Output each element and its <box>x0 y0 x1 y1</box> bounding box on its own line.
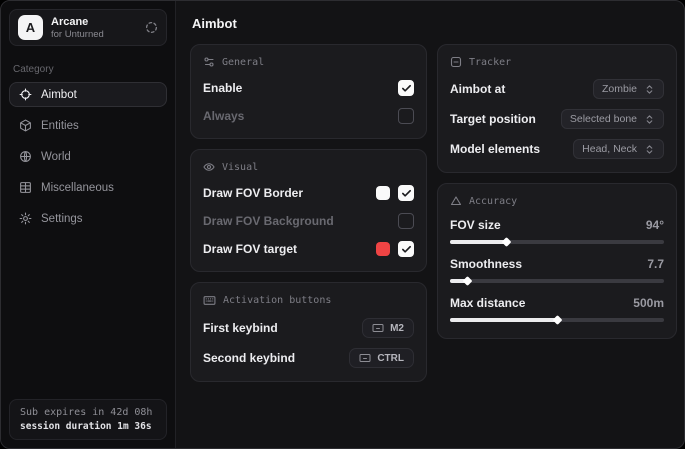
fov-target-checkbox[interactable] <box>398 241 414 257</box>
crosshair-icon <box>19 88 32 101</box>
activation-card: Activation buttons First keybind M2 Seco… <box>190 282 427 382</box>
setting-row-aimbot-at: Aimbot at Zombie <box>450 79 664 99</box>
subscription-info: Sub expires in 42d 08h session duration … <box>9 399 167 440</box>
sidebar-item-label: World <box>41 151 71 163</box>
second-keybind-button[interactable]: CTRL <box>349 348 414 368</box>
square-minus-icon <box>450 56 462 68</box>
sidebar-item-label: Settings <box>41 213 83 225</box>
sidebar-item-entities[interactable]: Entities <box>9 113 167 138</box>
triangle-icon <box>450 195 462 207</box>
always-checkbox[interactable] <box>398 108 414 124</box>
keyboard-icon <box>203 294 216 307</box>
card-title: Tracker <box>469 57 511 68</box>
eye-icon <box>203 161 215 173</box>
visual-card: Visual Draw FOV Border Draw FOV Backgrou… <box>190 149 427 272</box>
target-position-select[interactable]: Selected bone <box>561 109 664 129</box>
slider-thumb[interactable] <box>553 315 563 325</box>
chevrons-up-down-icon <box>644 144 655 155</box>
select-value: Head, Neck <box>582 143 637 155</box>
app-header: A Arcane for Unturned <box>9 9 167 46</box>
setting-row-model-elements: Model elements Head, Neck <box>450 139 664 159</box>
session-duration-text: session duration 1m 36s <box>20 421 156 432</box>
sidebar-item-miscellaneous[interactable]: Miscellaneous <box>9 175 167 200</box>
category-label: Category <box>13 64 163 75</box>
chevrons-up-down-icon <box>644 114 655 125</box>
sidebar-item-world[interactable]: World <box>9 144 167 169</box>
sidebar-item-aimbot[interactable]: Aimbot <box>9 82 167 107</box>
aimbot-at-select[interactable]: Zombie <box>593 79 664 99</box>
sliders-icon <box>203 56 215 68</box>
page-title: Aimbot <box>192 16 677 31</box>
setting-row-fov-target: Draw FOV target <box>203 240 414 258</box>
visual-card-header: Visual <box>203 161 414 173</box>
loader-icon[interactable] <box>145 21 158 34</box>
slider-thumb[interactable] <box>463 276 473 286</box>
setting-row-always: Always <box>203 107 414 125</box>
card-title: Accuracy <box>469 196 517 207</box>
max-distance-slider[interactable] <box>450 318 664 322</box>
app-name: Arcane <box>51 16 104 28</box>
fov-size-value: 94° <box>646 218 664 232</box>
accuracy-card: Accuracy FOV size 94° Smoothness <box>437 183 677 339</box>
enable-checkbox[interactable] <box>398 80 414 96</box>
slider-thumb[interactable] <box>501 237 511 247</box>
smoothness-value: 7.7 <box>647 257 664 271</box>
chevrons-up-down-icon <box>644 84 655 95</box>
tracker-card: Tracker Aimbot at Zombie Target position <box>437 44 677 173</box>
sidebar-menu: Aimbot Entities World Miscellaneous <box>1 82 175 231</box>
general-card: General Enable Always <box>190 44 427 139</box>
keyboard-icon <box>372 322 384 334</box>
fov-size-slider[interactable] <box>450 240 664 244</box>
sidebar-item-label: Miscellaneous <box>41 182 114 194</box>
setting-row-fov-background: Draw FOV Background <box>203 212 414 230</box>
sidebar: A Arcane for Unturned Category Aimbot <box>1 1 176 448</box>
setting-row-smoothness: Smoothness 7.7 <box>450 257 664 283</box>
globe-icon <box>19 150 32 163</box>
app-subtitle: for Unturned <box>51 29 104 40</box>
app-logo: A <box>18 15 43 40</box>
fov-border-checkbox[interactable] <box>398 185 414 201</box>
accuracy-card-header: Accuracy <box>450 195 664 207</box>
tracker-card-header: Tracker <box>450 56 664 68</box>
sub-expires-text: Sub expires in 42d 08h <box>20 407 156 418</box>
activation-card-header: Activation buttons <box>203 294 414 307</box>
card-title: Visual <box>222 162 258 173</box>
setting-row-second-keybind: Second keybind CTRL <box>203 348 414 368</box>
app-window: A Arcane for Unturned Category Aimbot <box>0 0 685 449</box>
general-card-header: General <box>203 56 414 68</box>
select-value: Selected bone <box>570 113 637 125</box>
entities-icon <box>19 119 32 132</box>
sidebar-item-label: Aimbot <box>41 89 77 101</box>
fov-target-color-swatch[interactable] <box>376 242 390 256</box>
gear-icon <box>19 212 32 225</box>
setting-row-enable: Enable <box>203 79 414 97</box>
max-distance-value: 500m <box>633 296 664 310</box>
main-content: Aimbot General Enable <box>176 1 685 448</box>
keyboard-icon <box>359 352 371 364</box>
setting-row-fov-size: FOV size 94° <box>450 218 664 244</box>
sidebar-item-settings[interactable]: Settings <box>9 206 167 231</box>
first-keybind-button[interactable]: M2 <box>362 318 414 338</box>
fov-border-color-swatch[interactable] <box>376 186 390 200</box>
setting-row-fov-border: Draw FOV Border <box>203 184 414 202</box>
smoothness-slider[interactable] <box>450 279 664 283</box>
fov-background-checkbox[interactable] <box>398 213 414 229</box>
grid-icon <box>19 181 32 194</box>
setting-row-first-keybind: First keybind M2 <box>203 318 414 338</box>
model-elements-select[interactable]: Head, Neck <box>573 139 664 159</box>
card-title: Activation buttons <box>223 295 331 306</box>
setting-row-max-distance: Max distance 500m <box>450 296 664 322</box>
sidebar-item-label: Entities <box>41 120 79 132</box>
select-value: Zombie <box>602 83 637 95</box>
keybind-value: M2 <box>390 323 404 334</box>
setting-row-target-position: Target position Selected bone <box>450 109 664 129</box>
keybind-value: CTRL <box>377 353 404 364</box>
card-title: General <box>222 57 264 68</box>
